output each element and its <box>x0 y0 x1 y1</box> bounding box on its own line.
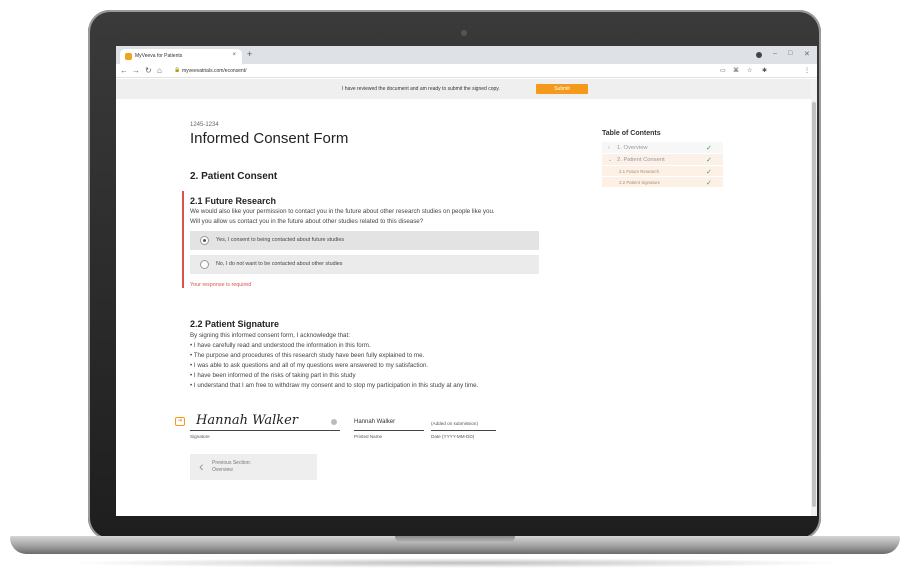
toc-item-future-research[interactable]: 2.1 Future Research ✓ <box>602 166 723 177</box>
chevron-right-icon: › <box>608 145 610 151</box>
submit-button[interactable]: Submit <box>536 84 588 94</box>
toc-item-label: 2.1 Future Research <box>619 169 660 174</box>
browser-tab[interactable]: MyVeeva for Patients × <box>120 49 242 64</box>
future-research-title: 2.1 Future Research <box>190 196 277 206</box>
close-tab-icon[interactable]: × <box>232 52 236 58</box>
camera-icon <box>461 30 467 36</box>
radio-selected-icon[interactable] <box>200 236 209 245</box>
previous-section-button[interactable]: ‹ Previous Section: Overview <box>190 454 317 480</box>
printed-name-value: Hannah Walker <box>354 419 396 425</box>
radio-option-yes[interactable]: Yes, I consent to being contacted about … <box>190 231 539 250</box>
signature-line <box>190 430 340 431</box>
browser-screen: MyVeeva for Patients × + – □ ✕ ← → ↻ ⌂ 🔒… <box>116 46 817 516</box>
check-icon: ✓ <box>706 169 712 176</box>
toc-item-label: 2. Patient Consent <box>617 157 665 163</box>
printed-name-label: Printed Name <box>354 434 383 439</box>
toc-item-label: 2.2 Patient Signature <box>619 180 661 185</box>
bookmark-star-icon[interactable]: ☆ <box>747 67 752 74</box>
new-tab-button[interactable]: + <box>247 50 252 59</box>
qr-icon[interactable]: ⌘ <box>733 67 739 74</box>
cast-icon[interactable]: ▭ <box>720 67 726 74</box>
handwritten-signature[interactable]: Hannah Walker <box>196 413 298 428</box>
extensions-icon[interactable]: ✱ <box>762 67 767 74</box>
toc-title: Table of Contents <box>602 130 661 137</box>
radio-label-yes: Yes, I consent to being contacted about … <box>216 237 345 243</box>
previous-section-name: Overview <box>212 467 233 473</box>
toc-item-overview[interactable]: › 1. Overview ✓ <box>602 142 723 154</box>
sign-here-icon[interactable]: ➔ <box>175 417 185 426</box>
toc-item-label: 1. Overview <box>617 145 648 151</box>
check-icon: ✓ <box>706 157 712 164</box>
error-indicator-bar <box>182 191 184 288</box>
laptop-shadow <box>60 558 850 568</box>
back-icon[interactable]: ← <box>120 66 128 75</box>
tab-title: MyVeeva for Patients <box>135 53 183 59</box>
chevron-left-icon: ‹ <box>199 458 204 474</box>
check-icon: ✓ <box>706 145 712 152</box>
section-title: 2. Patient Consent <box>190 171 278 182</box>
ack-bullet: • I was able to ask questions and all of… <box>190 362 429 369</box>
study-id: 1245-1234 <box>190 122 219 128</box>
required-error-text: Your response is required <box>190 282 252 288</box>
favicon-icon <box>125 53 132 60</box>
profile-icon[interactable] <box>756 52 762 58</box>
maximize-button[interactable]: □ <box>788 50 792 57</box>
tab-bar: MyVeeva for Patients × + – □ ✕ <box>116 46 817 64</box>
radio-unselected-icon[interactable] <box>200 260 209 269</box>
ack-bullet: • I have carefully read and understood t… <box>190 342 371 349</box>
chevron-down-icon: ⌄ <box>608 157 613 163</box>
laptop-notch <box>395 536 515 543</box>
radio-option-no[interactable]: No, I do not want to be contacted about … <box>190 255 539 274</box>
info-icon[interactable] <box>331 419 337 425</box>
ack-bullet: • I have been informed of the risks of t… <box>190 372 356 379</box>
close-window-button[interactable]: ✕ <box>804 50 810 58</box>
minimize-button[interactable]: – <box>773 50 777 57</box>
date-value: (Added on submission) <box>431 421 478 426</box>
toc-item-patient-signature[interactable]: 2.2 Patient Signature ✓ <box>602 177 723 188</box>
scrollbar-thumb[interactable] <box>812 102 816 507</box>
submit-notice-bar: I have reviewed the document and am read… <box>116 79 817 99</box>
future-research-text: We would also like your permission to co… <box>190 208 495 215</box>
check-icon: ✓ <box>706 180 712 187</box>
lock-icon: 🔒 <box>174 67 181 73</box>
future-research-question: Will you allow us contact you in the fut… <box>190 218 424 225</box>
ack-bullet: • The purpose and procedures of this res… <box>190 352 425 359</box>
signature-intro: By signing this informed consent form, I… <box>190 332 350 339</box>
ack-bullet: • I understand that I am free to withdra… <box>190 382 479 389</box>
radio-label-no: No, I do not want to be contacted about … <box>216 261 343 267</box>
address-bar: ← → ↻ ⌂ 🔒 myveevatrials.com/econsent/ ▭ … <box>116 64 817 78</box>
page-title: Informed Consent Form <box>190 130 349 147</box>
url-field[interactable]: myveevatrials.com/econsent/ <box>182 68 246 74</box>
printed-name-line <box>354 430 424 431</box>
notice-text: I have reviewed the document and am read… <box>342 86 500 92</box>
date-line <box>431 430 496 431</box>
menu-icon[interactable]: ⋮ <box>804 67 810 74</box>
toc-item-patient-consent[interactable]: ⌄ 2. Patient Consent ✓ <box>602 154 723 166</box>
forward-icon[interactable]: → <box>132 66 140 75</box>
laptop-mockup: MyVeeva for Patients × + – □ ✕ ← → ↻ ⌂ 🔒… <box>0 0 910 583</box>
reload-icon[interactable]: ↻ <box>145 66 152 75</box>
patient-signature-title: 2.2 Patient Signature <box>190 319 280 329</box>
date-label: Date (YYYY-MM-DD) <box>431 434 475 439</box>
table-of-contents: › 1. Overview ✓ ⌄ 2. Patient Consent ✓ 2… <box>602 142 723 188</box>
previous-section-label: Previous Section: <box>212 460 251 466</box>
signature-label: Signature <box>190 434 210 439</box>
home-icon[interactable]: ⌂ <box>157 66 162 75</box>
